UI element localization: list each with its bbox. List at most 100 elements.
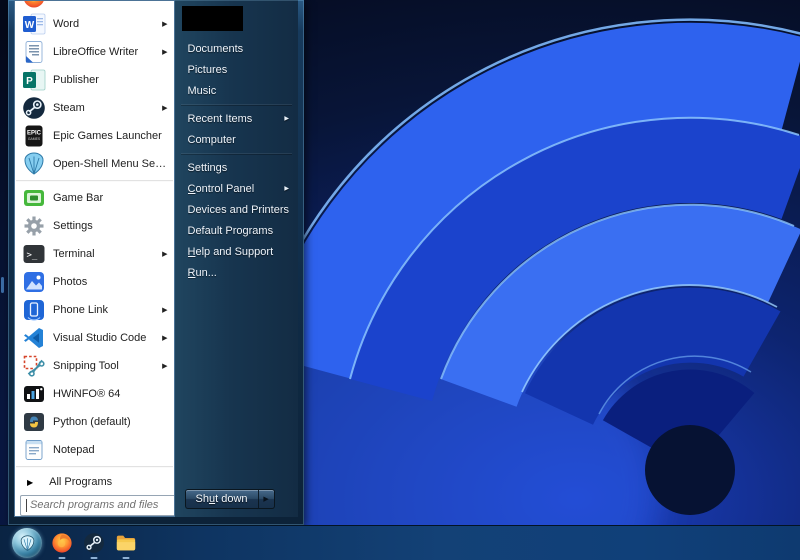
settings-gear-icon (22, 214, 46, 238)
menu-item-hwinfo-64[interactable]: HWiNFO® 64 (15, 380, 174, 408)
firefox-icon (22, 1, 46, 9)
running-indicator (58, 557, 65, 559)
places-item-documents[interactable]: Documents (175, 38, 299, 59)
menu-item-label: Visual Studio Code (53, 332, 158, 344)
menu-item-label: LibreOffice Writer (53, 46, 158, 58)
taskbar-steam-button[interactable] (81, 527, 106, 560)
places-item-settings[interactable]: Settings (175, 157, 299, 178)
menu-item-epic-games-launcher[interactable]: EPICGAMES Epic Games Launcher (15, 122, 174, 150)
snipping-tool-icon (22, 354, 46, 378)
menu-item-python-default[interactable]: Python (default) (15, 408, 174, 436)
svg-text:EPIC: EPIC (27, 131, 42, 137)
menu-item-label: Epic Games Launcher (53, 130, 168, 142)
places-item-pictures[interactable]: Pictures (175, 59, 299, 80)
all-programs-button[interactable]: ▶ All Programs (15, 470, 174, 494)
places-item-recent-items[interactable]: Recent Items▶ (175, 108, 299, 129)
places-item-label: Recent Items (188, 113, 281, 125)
menu-item-label: Settings (53, 220, 168, 232)
menu-item-terminal[interactable]: >_ Terminal ▶ (15, 240, 174, 268)
search-box[interactable] (20, 495, 175, 516)
submenu-arrow-icon: ▶ (162, 250, 167, 258)
start-menu-program-panel: WWord▶LibreOffice Writer▶PPublisherSteam… (14, 0, 175, 517)
menu-item-visual-studio-code[interactable]: Visual Studio Code ▶ (15, 324, 174, 352)
places-item-label: Documents (188, 43, 290, 55)
places-item-help-and-support[interactable]: Help and Support (175, 241, 299, 262)
places-item-computer[interactable]: Computer (175, 129, 299, 150)
menu-item-open-shell-menu-settings[interactable]: Open-Shell Menu Settings (15, 150, 174, 178)
username-redacted (182, 6, 243, 31)
running-indicator (122, 557, 129, 559)
open-shell-orb-icon (19, 535, 36, 552)
vscode-icon (22, 326, 46, 350)
svg-text:>_: >_ (27, 251, 38, 261)
shut-down-label: Shut down (196, 493, 248, 505)
all-programs-arrow-icon: ▶ (27, 478, 33, 487)
shut-down-options-button[interactable]: ▶ (258, 489, 275, 509)
places-item-control-panel[interactable]: Control Panel▶ (175, 178, 299, 199)
menu-item-game-bar[interactable]: Game Bar (15, 184, 174, 212)
places-item-default-programs[interactable]: Default Programs (175, 220, 299, 241)
menu-item-label: Photos (53, 276, 168, 288)
menu-item-label: Open-Shell Menu Settings (53, 158, 168, 170)
submenu-arrow-icon: ▶ (162, 20, 167, 28)
menu-item-label: Notepad (53, 444, 168, 456)
places-item-label: Default Programs (188, 225, 290, 237)
firefox-icon (51, 532, 73, 554)
menu-item-label: HWiNFO® 64 (53, 388, 168, 400)
menu-item-label: Steam (53, 102, 158, 114)
menu-item-publisher[interactable]: P Publisher (15, 66, 174, 94)
menu-item-libreoffice-writer[interactable]: LibreOffice Writer ▶ (15, 38, 174, 66)
menu-item-label: Phone Link (53, 304, 158, 316)
phone-link-icon (22, 298, 46, 322)
taskbar-file-explorer-button[interactable] (113, 527, 138, 560)
menu-item-label: Publisher (53, 74, 168, 86)
submenu-arrow-icon: ▶ (162, 334, 167, 342)
menu-item-label: Game Bar (53, 192, 168, 204)
svg-text:P: P (26, 76, 33, 87)
submenu-arrow-icon: ▶ (162, 306, 167, 314)
places-separator (175, 150, 299, 157)
menu-item-settings[interactable]: Settings (15, 212, 174, 240)
places-item-label: Devices and Printers (188, 204, 290, 216)
menu-item-partial-top[interactable] (15, 1, 174, 10)
menu-item-label: Python (default) (53, 416, 168, 428)
search-input[interactable] (28, 498, 174, 512)
places-item-label: Pictures (188, 64, 290, 76)
submenu-arrow-icon: ▶ (162, 48, 167, 56)
svg-text:GAMES: GAMES (28, 137, 41, 141)
terminal-icon: >_ (22, 242, 46, 266)
menu-separator (16, 466, 173, 468)
places-item-run[interactable]: Run... (175, 262, 299, 283)
start-button[interactable] (12, 528, 42, 558)
menu-item-label: Terminal (53, 248, 158, 260)
open-shell-icon (22, 152, 46, 176)
menu-item-photos[interactable]: Photos (15, 268, 174, 296)
places-item-label: Control Panel (188, 183, 281, 195)
desktop: WWord▶LibreOffice Writer▶PPublisherSteam… (0, 0, 800, 560)
libreoffice-writer-icon (22, 40, 46, 64)
shut-down-button[interactable]: Shut down (185, 489, 258, 509)
python-icon (22, 410, 46, 434)
hwinfo-icon (22, 382, 46, 406)
game-bar-icon (22, 186, 46, 210)
taskbar (0, 525, 800, 560)
taskbar-firefox-button[interactable] (49, 527, 74, 560)
places-item-devices-and-printers[interactable]: Devices and Printers (175, 199, 299, 220)
menu-item-label: Word (53, 18, 158, 30)
places-item-music[interactable]: Music (175, 80, 299, 101)
menu-separator (16, 180, 173, 182)
epic-games-icon: EPICGAMES (22, 124, 46, 148)
menu-item-phone-link[interactable]: Phone Link ▶ (15, 296, 174, 324)
submenu-arrow-icon: ▶ (162, 104, 167, 112)
file-explorer-icon (115, 532, 137, 554)
menu-item-steam[interactable]: Steam ▶ (15, 94, 174, 122)
menu-item-label: Snipping Tool (53, 360, 158, 372)
menu-item-notepad[interactable]: Notepad (15, 436, 174, 464)
places-separator (175, 101, 299, 108)
running-indicator (90, 557, 97, 559)
menu-item-snipping-tool[interactable]: Snipping Tool▶ (15, 352, 174, 380)
places-item-label: Run... (188, 267, 290, 279)
menu-item-word[interactable]: WWord▶ (15, 10, 174, 38)
places-item-label: Settings (188, 162, 290, 174)
start-menu: WWord▶LibreOffice Writer▶PPublisherSteam… (8, 0, 304, 525)
